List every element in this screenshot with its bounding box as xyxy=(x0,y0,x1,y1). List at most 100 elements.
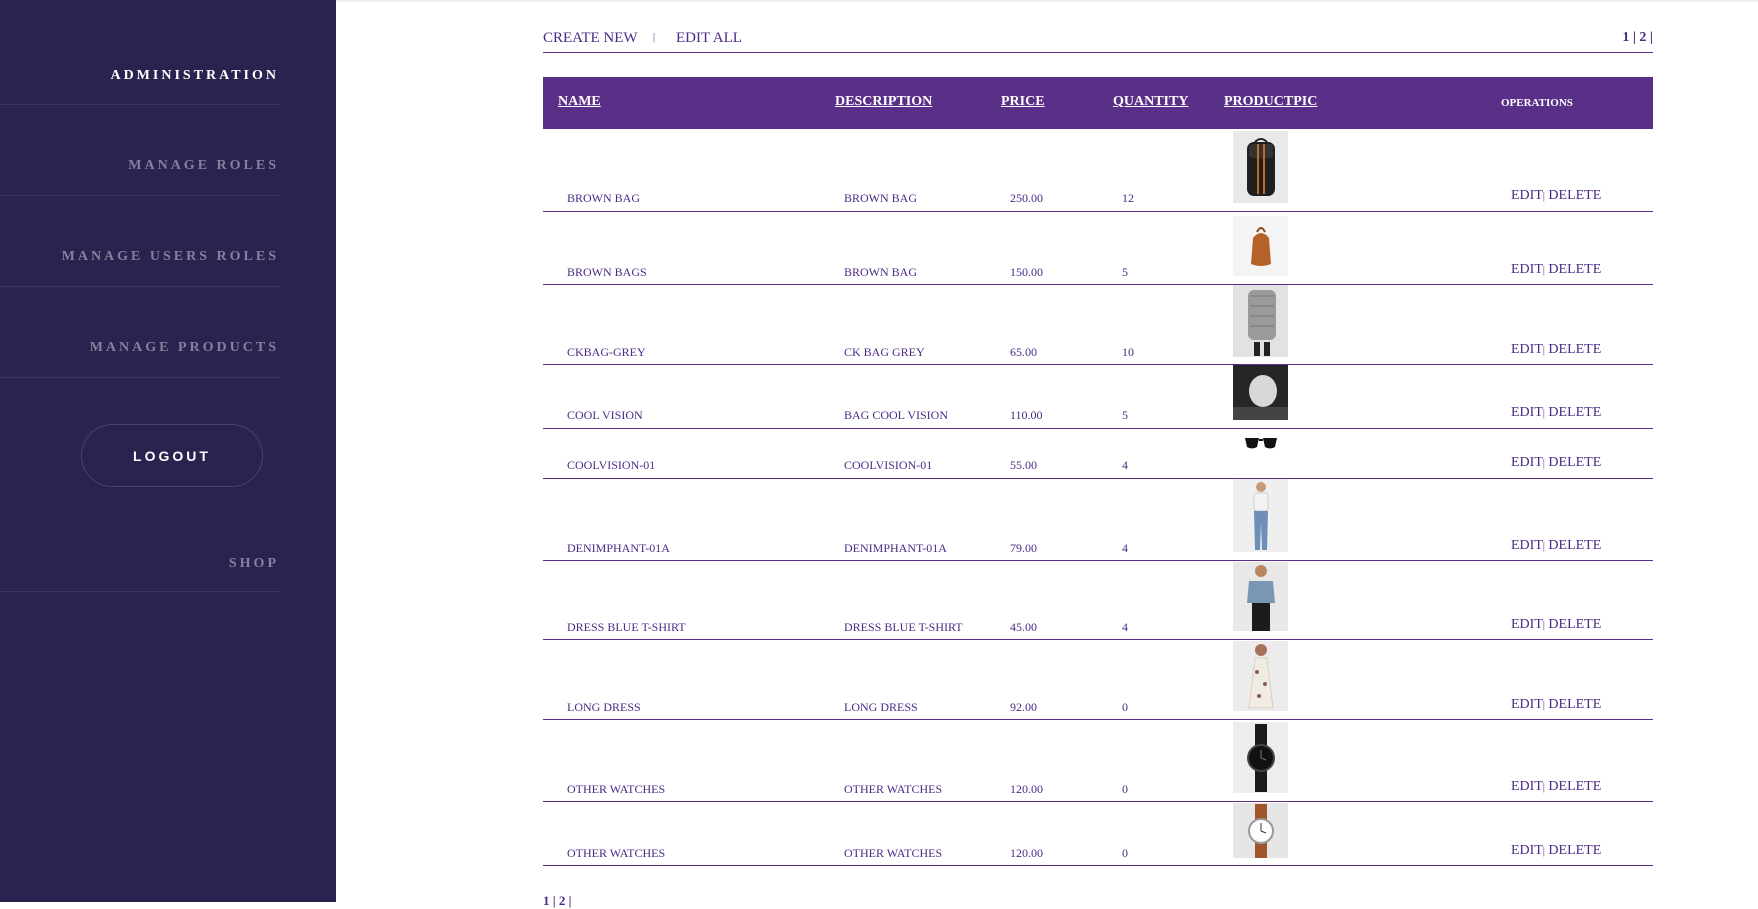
cell-description: DRESS BLUE T-SHIRT xyxy=(844,620,963,634)
cell-description: COOLVISION-01 xyxy=(844,458,933,472)
delete-link[interactable]: DELETE xyxy=(1548,538,1601,553)
ops-separator: | xyxy=(1542,782,1545,793)
header-productpic[interactable]: PRODUCTPIC xyxy=(1224,94,1317,110)
cell-price: 120.00 xyxy=(1010,782,1043,796)
toolbar: CREATE NEW | EDIT ALL 1 | 2 | xyxy=(543,29,1653,53)
header-name[interactable]: NAME xyxy=(558,94,601,110)
cell-quantity: 5 xyxy=(1122,408,1128,422)
cell-price: 45.00 xyxy=(1010,620,1037,634)
row-operations: EDIT| DELETE xyxy=(1511,342,1601,358)
cell-price: 55.00 xyxy=(1010,458,1037,472)
edit-link[interactable]: EDIT xyxy=(1511,697,1543,712)
row-operations: EDIT| DELETE xyxy=(1511,779,1601,795)
nav-administration[interactable]: ADMINISTRATION xyxy=(0,0,281,105)
product-pic-blue-tshirt-model xyxy=(1233,562,1288,631)
delete-link[interactable]: DELETE xyxy=(1548,342,1601,357)
ops-separator: | xyxy=(1542,541,1545,552)
cell-name: BROWN BAGS xyxy=(567,265,647,279)
nav-shop-label: SHOP xyxy=(228,556,279,571)
product-pic-black-watch xyxy=(1233,722,1288,793)
cell-quantity: 0 xyxy=(1122,846,1128,860)
cell-quantity: 10 xyxy=(1122,345,1134,359)
cell-price: 65.00 xyxy=(1010,345,1037,359)
table-row: OTHER WATCHES OTHER WATCHES 120.00 0 EDI… xyxy=(543,802,1653,866)
table-row: OTHER WATCHES OTHER WATCHES 120.00 0 EDI… xyxy=(543,720,1653,802)
cell-description: OTHER WATCHES xyxy=(844,782,943,796)
header-price[interactable]: PRICE xyxy=(1001,94,1045,110)
edit-all-link[interactable]: EDIT ALL xyxy=(676,30,742,47)
nav-manage-products[interactable]: MANAGE PRODUCTS xyxy=(0,287,281,378)
ops-separator: | xyxy=(1542,458,1545,469)
edit-link[interactable]: EDIT xyxy=(1511,455,1543,470)
delete-link[interactable]: DELETE xyxy=(1548,843,1601,858)
row-operations: EDIT| DELETE xyxy=(1511,843,1601,859)
edit-link[interactable]: EDIT xyxy=(1511,538,1543,553)
nav-manage-products-label: MANAGE PRODUCTS xyxy=(89,340,279,355)
edit-link[interactable]: EDIT xyxy=(1511,188,1543,203)
product-pic-grey-backpack xyxy=(1233,285,1288,357)
header-operations: OPERATIONS xyxy=(1501,97,1573,109)
product-pic-black-backpack xyxy=(1233,131,1288,203)
cell-price: 250.00 xyxy=(1010,191,1043,205)
cell-name: COOLVISION-01 xyxy=(567,458,656,472)
edit-link[interactable]: EDIT xyxy=(1511,617,1543,632)
delete-link[interactable]: DELETE xyxy=(1548,779,1601,794)
delete-link[interactable]: DELETE xyxy=(1548,455,1601,470)
ops-separator: | xyxy=(1542,846,1545,857)
product-pic-brown-bucket-bag xyxy=(1233,216,1288,276)
ops-separator: | xyxy=(1542,265,1545,276)
ops-separator: | xyxy=(1542,620,1545,631)
ops-separator: | xyxy=(1542,700,1545,711)
row-operations: EDIT| DELETE xyxy=(1511,697,1601,713)
cell-price: 79.00 xyxy=(1010,541,1037,555)
delete-link[interactable]: DELETE xyxy=(1548,188,1601,203)
cell-description: LONG DRESS xyxy=(844,700,918,714)
delete-link[interactable]: DELETE xyxy=(1548,262,1601,277)
cell-name: OTHER WATCHES xyxy=(567,782,666,796)
logout-button[interactable]: LOGOUT xyxy=(81,424,263,487)
toolbar-separator: | xyxy=(653,32,656,43)
table-header: NAME DESCRIPTION PRICE QUANTITY PRODUCTP… xyxy=(543,77,1653,129)
cell-description: BROWN BAG xyxy=(844,265,918,279)
edit-link[interactable]: EDIT xyxy=(1511,342,1543,357)
cell-name: OTHER WATCHES xyxy=(567,846,666,860)
delete-link[interactable]: DELETE xyxy=(1548,617,1601,632)
product-pic-denim-pants-model xyxy=(1233,479,1288,552)
table-row: DRESS BLUE T-SHIRT DRESS BLUE T-SHIRT 45… xyxy=(543,561,1653,640)
header-quantity[interactable]: QUANTITY xyxy=(1113,94,1188,110)
edit-link[interactable]: EDIT xyxy=(1511,779,1543,794)
cell-name: DENIMPHANT-01A xyxy=(567,541,670,555)
delete-link[interactable]: DELETE xyxy=(1548,697,1601,712)
cell-description: OTHER WATCHES xyxy=(844,846,943,860)
ops-separator: | xyxy=(1542,345,1545,356)
nav-shop[interactable]: SHOP xyxy=(0,488,281,592)
cell-quantity: 4 xyxy=(1122,620,1128,634)
cell-quantity: 0 xyxy=(1122,700,1128,714)
product-pic-sunglasses xyxy=(1233,429,1288,457)
product-pic-bag-photo xyxy=(1233,365,1288,420)
row-operations: EDIT| DELETE xyxy=(1511,405,1601,421)
nav-manage-users-roles[interactable]: MANAGE USERS ROLES xyxy=(0,196,281,287)
pager-bottom[interactable]: 1 | 2 | xyxy=(543,893,571,909)
edit-link[interactable]: EDIT xyxy=(1511,843,1543,858)
edit-link[interactable]: EDIT xyxy=(1511,405,1543,420)
table-row: BROWN BAGS BROWN BAG 150.00 5 EDIT| DELE… xyxy=(543,212,1653,285)
header-description[interactable]: DESCRIPTION xyxy=(835,94,932,110)
edit-link[interactable]: EDIT xyxy=(1511,262,1543,277)
nav-manage-users-roles-label: MANAGE USERS ROLES xyxy=(61,249,279,264)
product-pic-brown-strap-watch xyxy=(1233,803,1288,858)
cell-price: 120.00 xyxy=(1010,846,1043,860)
nav-manage-roles[interactable]: MANAGE ROLES xyxy=(0,105,281,196)
cell-name: COOL VISION xyxy=(567,408,643,422)
cell-name: BROWN BAG xyxy=(567,191,641,205)
nav-administration-label: ADMINISTRATION xyxy=(110,68,279,83)
delete-link[interactable]: DELETE xyxy=(1548,405,1601,420)
create-new-link[interactable]: CREATE NEW xyxy=(543,30,638,47)
row-operations: EDIT| DELETE xyxy=(1511,188,1601,204)
cell-quantity: 0 xyxy=(1122,782,1128,796)
row-operations: EDIT| DELETE xyxy=(1511,538,1601,554)
pager-top[interactable]: 1 | 2 | xyxy=(1622,30,1653,46)
cell-quantity: 4 xyxy=(1122,458,1128,472)
table-row: COOLVISION-01 COOLVISION-01 55.00 4 EDIT… xyxy=(543,429,1653,479)
sidebar: ADMINISTRATION MANAGE ROLES MANAGE USERS… xyxy=(0,0,336,902)
